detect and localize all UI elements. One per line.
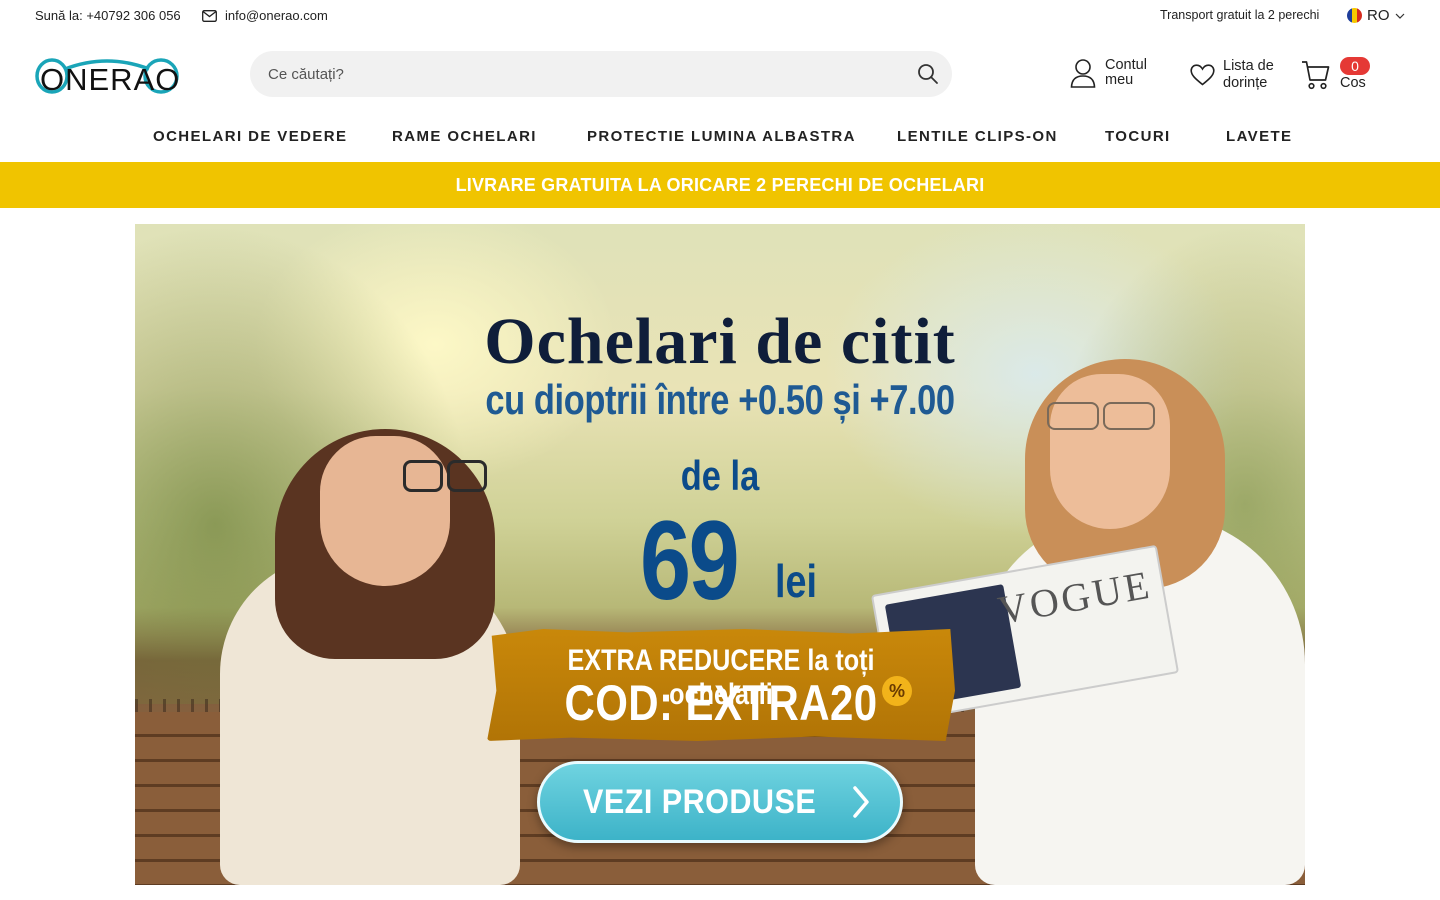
cart-label: Cos <box>1340 75 1366 91</box>
chevron-right-icon <box>852 786 869 818</box>
top-utility-bar: Sună la: +40792 306 056 info@onerao.com … <box>0 0 1440 32</box>
svg-text:ONERAO: ONERAO <box>40 62 180 97</box>
promo-text: LIVRARE GRATUITA LA ORICARE 2 PERECHI DE… <box>455 175 985 195</box>
view-products-button[interactable]: VEZI PRODUSE <box>537 761 903 843</box>
discount-code-text: COD: EXTRA20 <box>564 675 878 731</box>
percent-badge-icon: % <box>882 676 912 706</box>
language-code: RO <box>1367 7 1390 24</box>
heart-icon <box>1190 64 1215 86</box>
language-selector[interactable]: RO <box>1347 7 1405 24</box>
free-shipping-banner: LIVRARE GRATUITA LA ORICARE 2 PERECHI DE… <box>0 162 1440 208</box>
chevron-down-icon <box>1395 13 1404 19</box>
nav-item-tocuri[interactable]: TOCURI <box>1105 128 1171 145</box>
nav-item-rame-ochelari[interactable]: RAME OCHELARI <box>392 128 537 145</box>
cart-link[interactable]: 0 Cos <box>1301 57 1370 91</box>
hero-price: 69 <box>640 498 740 623</box>
phone-contact[interactable]: Sună la: +40792 306 056 <box>35 8 181 23</box>
wishlist-label: Lista de dorințe <box>1223 58 1274 91</box>
nav-item-lavete[interactable]: LAVETE <box>1226 128 1292 145</box>
account-link[interactable]: Contul meu <box>1070 58 1155 88</box>
email-text: info@onerao.com <box>225 8 328 23</box>
wishlist-link[interactable]: Lista de dorințe <box>1190 58 1283 92</box>
email-contact[interactable]: info@onerao.com <box>202 8 328 23</box>
user-icon <box>1070 59 1096 88</box>
search-input[interactable] <box>268 51 888 97</box>
cart-count-badge: 0 <box>1340 57 1370 75</box>
search-icon[interactable] <box>916 62 940 86</box>
cart-icon <box>1302 60 1330 89</box>
hero-title: Ochelari de citit <box>484 305 956 378</box>
account-label: Contul meu <box>1105 57 1147 88</box>
nav-item-ochelari-de-vedere[interactable]: OCHELARI DE VEDERE <box>153 128 347 145</box>
magazine-title: VOGUE <box>994 561 1156 633</box>
hero-from-label: de la <box>680 452 760 499</box>
nav-item-protectie-lumina-albastra[interactable]: PROTECTIE LUMINA ALBASTRA <box>587 128 856 145</box>
shipping-notice: Transport gratuit la 2 perechi <box>1160 8 1320 22</box>
romania-flag-icon <box>1347 8 1362 23</box>
hero-currency: lei <box>775 555 817 607</box>
site-logo[interactable]: ONERAO <box>35 55 181 97</box>
main-navigation: OCHELARI DE VEDERE RAME OCHELARI PROTECT… <box>0 120 1440 152</box>
envelope-icon <box>202 9 217 22</box>
cta-label: VEZI PRODUSE <box>583 782 817 821</box>
nav-item-lentile-clips-on[interactable]: LENTILE CLIPS-ON <box>897 128 1058 145</box>
hero-banner[interactable]: VOGUE Ochelari de citit cu dioptrii într… <box>135 224 1305 885</box>
hero-subtitle: cu dioptrii între +0.50 și +7.00 <box>485 376 955 423</box>
search-bar <box>250 51 952 97</box>
